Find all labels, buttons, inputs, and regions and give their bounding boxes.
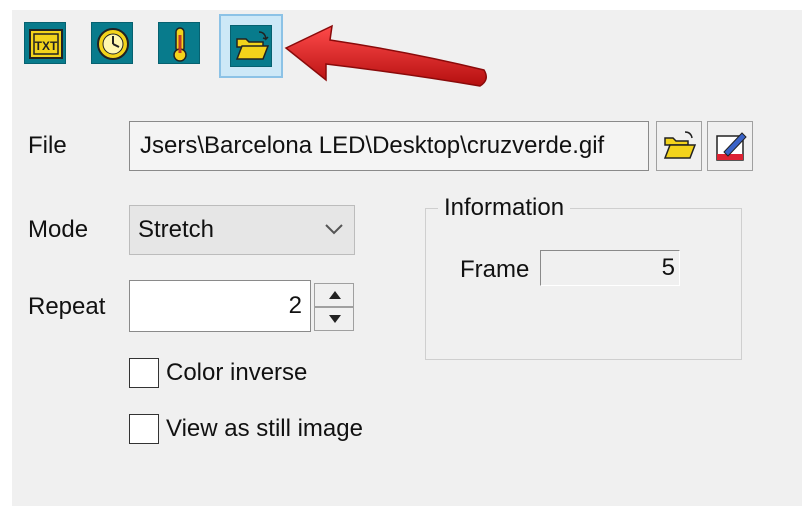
file-label: File bbox=[28, 132, 67, 159]
clock-icon bbox=[97, 28, 129, 60]
chevron-down-icon bbox=[325, 224, 343, 235]
color-inverse-label[interactable]: Color inverse bbox=[166, 359, 307, 387]
text-mode-button[interactable]: TXT bbox=[24, 22, 66, 64]
repeat-input[interactable]: 2 bbox=[129, 280, 311, 332]
temperature-mode-button[interactable] bbox=[158, 22, 200, 64]
browse-file-button[interactable] bbox=[656, 121, 702, 171]
frame-value: 5 bbox=[540, 250, 680, 286]
color-inverse-checkbox[interactable] bbox=[129, 358, 159, 388]
information-group-title: Information bbox=[438, 194, 571, 222]
thermometer-icon bbox=[173, 27, 187, 62]
mode-label: Mode bbox=[28, 216, 89, 243]
arrow-down-icon bbox=[329, 315, 341, 323]
repeat-increment-button[interactable] bbox=[314, 283, 354, 307]
txt-icon: TXT bbox=[29, 29, 63, 59]
folder-open-icon bbox=[235, 31, 270, 60]
frame-label: Frame bbox=[460, 256, 530, 283]
edit-image-icon bbox=[716, 132, 747, 161]
red-arrow-annotation bbox=[284, 24, 487, 87]
folder-open-icon bbox=[663, 131, 697, 159]
edit-image-button[interactable] bbox=[707, 121, 753, 171]
repeat-decrement-button[interactable] bbox=[314, 307, 354, 331]
arrow-up-icon bbox=[329, 291, 341, 299]
still-image-label[interactable]: View as still image bbox=[166, 415, 363, 443]
txt-icon-label: TXT bbox=[35, 39, 58, 53]
still-image-checkbox[interactable] bbox=[129, 414, 159, 444]
mode-selected-value: Stretch bbox=[138, 216, 215, 243]
clock-mode-button[interactable] bbox=[91, 22, 133, 64]
repeat-label: Repeat bbox=[28, 293, 106, 320]
mode-select[interactable]: Stretch bbox=[129, 205, 355, 255]
image-mode-button[interactable] bbox=[230, 25, 272, 67]
file-path-field[interactable]: Jsers\Barcelona LED\Desktop\cruzverde.gi… bbox=[129, 121, 649, 171]
